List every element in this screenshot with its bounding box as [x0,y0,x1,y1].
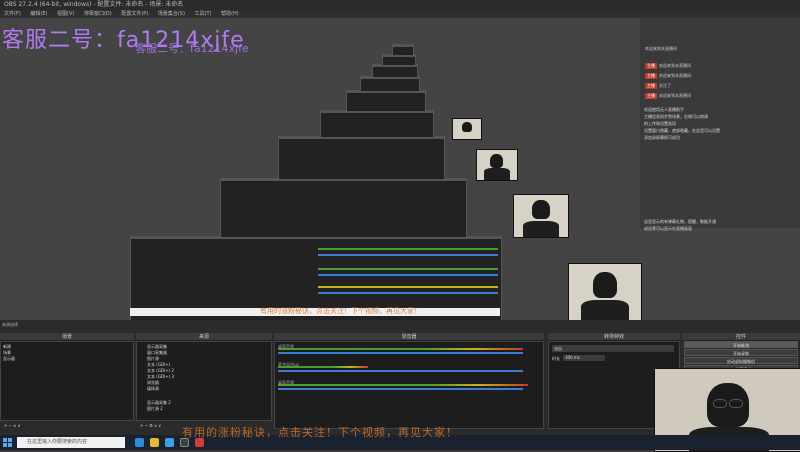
webcam-feed [452,118,482,140]
mixer-channel: 桌面音频 [278,344,536,358]
bottom-banner: 有用的涨粉秘诀，点击关注！下个视频，再见大家！ [182,426,458,439]
source-item[interactable]: 媒体源 [147,386,159,392]
folder-icon[interactable] [150,438,159,447]
source-add-button[interactable]: + − ⚙ ∧ ∨ [140,423,161,428]
duration-label: 时长 [552,356,560,361]
volume-slider[interactable] [278,388,523,390]
source-item[interactable]: 图片源 2 [147,406,163,412]
webcam-feed [513,194,569,238]
menu-item-scene-collection[interactable]: 场景集合(S) [158,11,185,17]
nested-frame [360,76,420,92]
menu-bar: 文件(F) 编辑(E) 视图(V) 停靠窗口(D) 配置文件(P) 场景集合(S… [0,10,800,18]
watermark-text-small: 客服二号：fa1214xjfe [135,42,249,55]
volume-meter [278,348,523,350]
left-panel-header: 来源选择 [2,322,18,327]
chat-message: 欢迎来到本直播间 [645,46,677,51]
menu-item-docks[interactable]: 停靠窗口(D) [84,11,112,17]
volume-slider[interactable] [278,352,523,354]
sources-dock-title: 来源 [136,333,272,341]
edge-browser-icon[interactable] [135,438,144,447]
window-title: OBS 27.2.4 (64-bit, windows) - 配置文件: 未命名… [0,0,800,10]
nested-frame [278,136,445,180]
mixer-dock-title: 混音器 [274,333,544,341]
store-icon[interactable] [165,438,174,447]
menu-item-tools[interactable]: 工具(T) [195,11,212,17]
mixer-channel: 桌面音频 [278,380,536,394]
nested-meter [318,286,498,288]
duration-input[interactable]: 300 ms [563,355,605,361]
overlay-banner: 有用的涨粉秘诀，点击关注！下个视频，再见大家！ [260,307,421,315]
nested-meter [318,292,498,294]
volume-meter [278,366,368,368]
windows-start-icon[interactable] [3,438,12,447]
scenes-dock: 新建 场景 显示器 [0,341,134,421]
menu-item-edit[interactable]: 编辑(E) [30,11,47,17]
menu-item-help[interactable]: 帮助(H) [221,11,239,17]
mixer-channel: 麦克风/Aux [278,362,536,376]
nested-frame [392,44,414,56]
volume-meter [278,384,528,386]
transition-select[interactable]: 淡出 [552,345,674,352]
nested-frame [346,90,426,112]
chat-message: 主播 关注了 [645,83,671,89]
taskbar-search-input[interactable]: 在这里输入你要搜索的内容 [17,437,125,448]
controls-dock-title: 控件 [682,333,800,341]
nested-frame [220,178,467,238]
nested-meter [318,254,498,256]
nested-meter [318,248,498,250]
scene-item[interactable]: 显示器 [3,356,15,362]
menu-item-view[interactable]: 视图(V) [57,11,74,17]
scenes-dock-title: 场景 [0,333,134,341]
nested-frame [372,64,418,78]
start-streaming-button[interactable]: 开始推流 [684,341,798,348]
start-recording-button[interactable]: 开始录制 [684,349,798,356]
webcam-feed [568,263,642,320]
chat-message: 主播 欢迎来到本直播间 [645,93,691,99]
chat-message: 主播 欢迎来到本直播间 [645,63,691,69]
nested-frame [320,110,434,138]
chat-info-block: 欢迎使用无人直播助手 主播信息同步到场景，右侧可以修改 的上传和设置选项 设置窗… [644,107,720,140]
menu-item-profile[interactable]: 配置文件(P) [121,11,148,17]
nested-meter [318,268,498,270]
webcam-feed [476,149,518,181]
volume-slider[interactable] [278,370,523,372]
menu-item-file[interactable]: 文件(F) [4,11,21,17]
scene-add-button[interactable]: + − ∧ ∨ [4,423,20,428]
nested-meter [318,274,498,276]
chat-message: 主播 欢迎来到本直播间 [645,73,691,79]
chat-info-block: 这里显示的有弹幕礼物，提醒，聚能开通 成员等可以显示在直播画面 [644,219,716,231]
sources-dock: 显示器采集 窗口采集器 图片源 文本 (GDI+) 文本 (GDI+) 2 文本… [136,341,272,421]
virtual-camera-button[interactable]: 启动虚拟摄像机 [684,357,798,364]
transitions-dock-title: 转场特效 [548,333,680,341]
chat-panel: 欢迎来到本直播间 主播 欢迎来到本直播间 主播 欢迎来到本直播间 主播 关注了 主播欢… [640,18,800,231]
